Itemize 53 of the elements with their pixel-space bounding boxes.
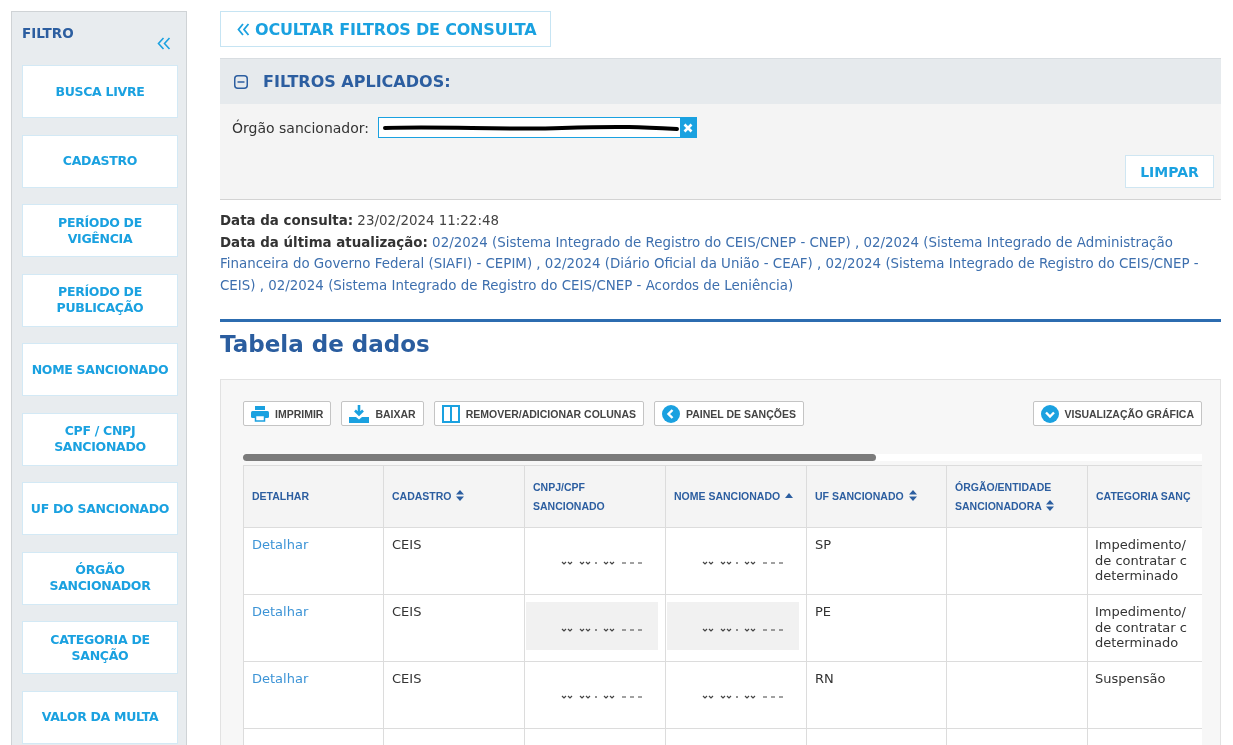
table-cell: RN	[806, 661, 947, 729]
remove-filter-button[interactable]	[680, 118, 697, 137]
column-header: CATEGORIA SANÇ	[1087, 465, 1202, 528]
section-title: Tabela de dados	[220, 330, 431, 359]
detail-link[interactable]: Detalhar	[252, 604, 309, 619]
toolbar-button[interactable]: PAINEL DE SANÇÕES	[654, 401, 804, 426]
sort-ascending-icon[interactable]	[785, 493, 794, 498]
double-chevron-left-icon	[237, 22, 250, 36]
clear-filters-button[interactable]: LIMPAR	[1125, 155, 1214, 188]
minus-square-icon[interactable]	[234, 74, 248, 89]
filter-category-button[interactable]: PERÍODO DE VIGÊNCIA	[22, 204, 178, 257]
sidebar-title: FILTRO	[22, 25, 74, 41]
sort-icon[interactable]	[456, 490, 465, 501]
filter-category-button[interactable]: CPF / CNPJ SANCIONADO	[22, 412, 178, 466]
chevron-left-circle-icon	[662, 404, 681, 423]
applied-filters-title: FILTROS APLICADOS:	[263, 72, 451, 91]
table-cell: SP	[806, 527, 947, 595]
filter-category-button[interactable]: VALOR DA MULTA	[22, 690, 178, 744]
column-header: CNPJ/CPF SANCIONADO	[524, 465, 666, 528]
filter-category-button[interactable]: BUSCA LIVRE	[22, 65, 178, 118]
filter-label: Órgão sancionador:	[232, 119, 370, 136]
filter-category-button[interactable]: NOME SANCIONADO	[22, 343, 178, 396]
sort-icon[interactable]	[1046, 499, 1055, 511]
query-info-text: Data da consulta: 23/02/2024 11:22:48	[220, 212, 500, 230]
toolbar-button[interactable]: IMPRIMIR	[243, 401, 332, 426]
table-cell: CEIS	[383, 594, 525, 662]
column-header: DETALHAR	[243, 465, 384, 528]
sort-icon[interactable]	[908, 490, 917, 501]
chevron-down-circle-icon	[1040, 404, 1059, 423]
filter-category-button[interactable]: UF DO SANCIONADO	[22, 482, 178, 535]
toolbar-button[interactable]: VISUALIZAÇÃO GRÁFICA	[1032, 401, 1202, 426]
table-cell: PE	[806, 594, 947, 662]
detail-link[interactable]: Detalhar	[252, 671, 309, 686]
hide-filters-button[interactable]: OCULTAR FILTROS DE CONSULTA	[220, 11, 552, 47]
filter-category-button[interactable]: ÓRGÃO SANCIONADOR	[22, 551, 178, 605]
download-icon	[349, 404, 370, 423]
detail-link[interactable]: Detalhar	[252, 537, 309, 552]
filter-category-button[interactable]: CADASTRO	[22, 134, 178, 188]
scrollbar-thumb[interactable]	[243, 454, 876, 461]
table-cell: CEIS	[383, 527, 525, 595]
query-info-text: Data da última atualização: 02/2024 (Sistema Integrado de Registro do CEIS/CNEP - CNEP) , 02/2024 (Sistema Integrado de Administração Financeira do Governo Federal (SIAFI) - CEPIM) , 02/2024 (Diário Oficial da União - CEAF) , 02/2024 (Sistema Integrado de Registro do CEIS/CNEP - CEIS) , 02/2024 (Sistema Integrado de Registro do CEIS/CNEP - Acordos de Leniência)	[220, 233, 1200, 295]
filter-category-button[interactable]: CATEGORIA DE SANÇÃO	[22, 621, 178, 674]
toolbar-button[interactable]: REMOVER/ADICIONAR COLUNAS	[433, 401, 645, 426]
toolbar-button[interactable]: BAIXAR	[341, 401, 424, 426]
columns-icon	[441, 404, 460, 423]
column-header[interactable]: NOME SANCIONADO	[665, 465, 807, 528]
column-header[interactable]: UF SANCIONADO	[806, 465, 947, 528]
column-header[interactable]: ÓRGÃO/ENTIDADE SANCIONADORA	[946, 465, 1088, 528]
filter-category-button[interactable]: PERÍODO DE PUBLICAÇÃO	[22, 273, 178, 327]
table-cell: CEIS	[383, 661, 525, 729]
printer-icon	[251, 405, 269, 422]
close-icon	[683, 122, 694, 133]
column-header[interactable]: CADASTRO	[383, 465, 525, 528]
